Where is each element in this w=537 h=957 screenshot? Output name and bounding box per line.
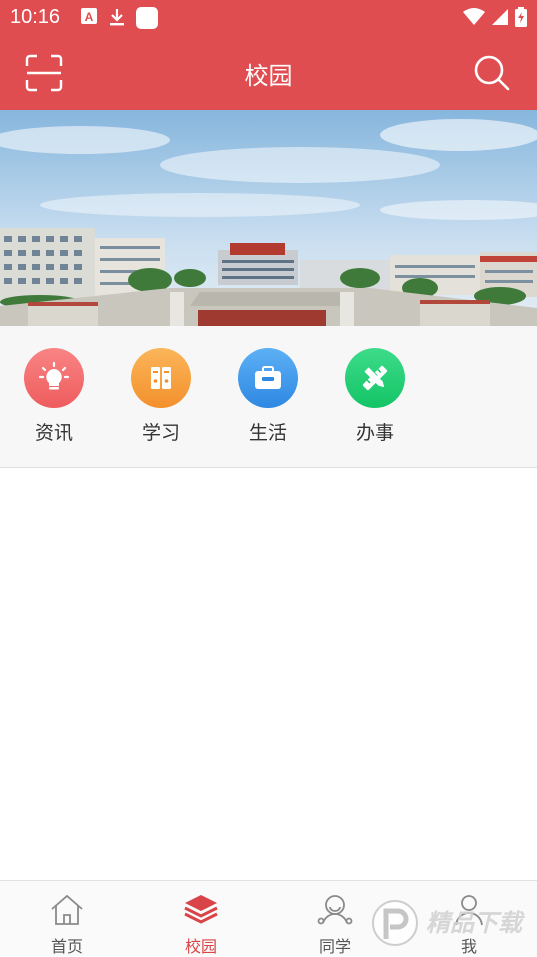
lightbulb-icon [38,361,70,390]
home-icon [51,894,83,925]
tab-home[interactable]: 首页 [17,893,117,957]
notification-icons: A [80,7,158,29]
quick-action-news[interactable]: 资讯 [9,348,99,445]
quick-action-label: 资讯 [34,422,73,444]
svg-text:A: A [85,10,94,24]
tab-label: 校园 [184,937,217,956]
page-title: 校园 [244,62,293,90]
signal-icon [492,9,508,25]
status-bar: 10:16 A [0,0,537,36]
quick-action-label: 办事 [355,422,394,444]
status-time: 10:16 [10,6,61,28]
svg-text:精品下载: 精品下载 [426,909,526,937]
wifi-icon [463,8,485,25]
affairs-circle [345,348,405,408]
battery-icon [515,7,527,27]
search-icon [474,55,510,91]
tab-campus[interactable]: 校园 [151,893,251,957]
pencil-ruler-icon [362,365,388,391]
campus-banner-image[interactable] [0,110,537,326]
quick-action-affairs[interactable]: 办事 [330,348,420,445]
search-button[interactable] [473,54,511,92]
quick-action-label: 生活 [248,422,287,444]
life-circle [238,348,298,408]
app-notification-icon [136,7,158,29]
content-area [0,468,537,880]
study-circle [131,348,191,408]
quick-action-study[interactable]: 学习 [116,348,206,445]
system-icons [463,7,527,27]
classmates-icon [317,895,353,925]
briefcase-icon [255,366,281,389]
quick-actions: 资讯 学习 生活 办事 [0,326,537,468]
layers-icon [184,895,218,924]
app-header: 校园 [0,36,537,110]
download-icon [110,9,124,26]
watermark-logo: 精品下载 [370,893,535,953]
font-notification-icon: A [81,8,97,24]
quick-action-label: 学习 [141,422,180,444]
tab-label: 首页 [50,937,83,956]
binders-icon [151,367,171,389]
quick-action-life[interactable]: 生活 [223,348,313,445]
news-circle [24,348,84,408]
